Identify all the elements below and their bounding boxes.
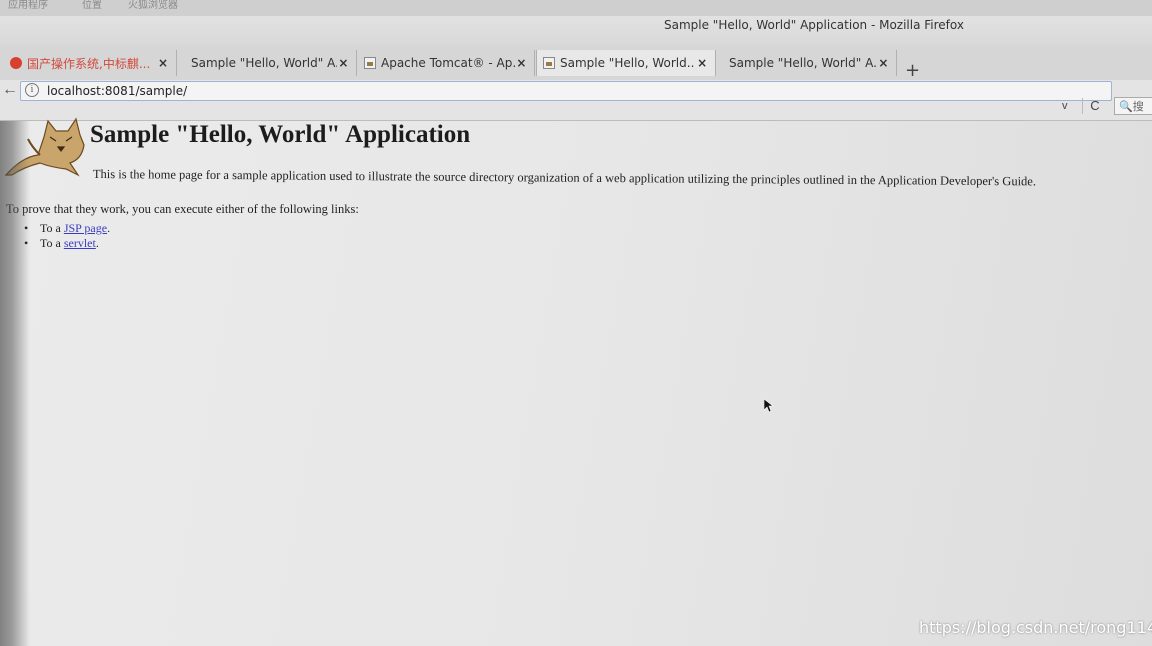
tab-sample-1[interactable]: Sample "Hello, World" A... × [178,50,357,76]
tab-label: Sample "Hello, World" A... [191,56,337,70]
search-placeholder: 搜 [1132,101,1144,113]
link-prefix: To a [40,221,64,235]
close-icon[interactable]: × [515,56,528,70]
list-item: To a JSP page. [24,221,110,236]
close-icon[interactable]: × [337,56,350,70]
back-arrow-icon[interactable]: ← [2,81,18,99]
reload-icon[interactable]: C [1082,98,1107,114]
tab-sample-2[interactable]: Sample "Hello, World" A... × [716,50,897,76]
link-suffix: . [107,221,111,235]
close-icon[interactable]: × [156,56,170,70]
url-bar[interactable]: i localhost:8081/sample/ [20,81,1112,101]
navigation-bar: ← i localhost:8081/sample/ v C 🔍搜 [0,80,1152,121]
search-input[interactable]: 🔍搜 [1114,97,1152,115]
list-item: To a servlet. [24,236,110,251]
info-icon[interactable]: i [25,83,39,97]
tab-bar: 国产操作系统,中标麒... × Sample "Hello, World" A.… [0,46,1152,81]
jsp-page-link[interactable]: JSP page [64,221,107,235]
links-list: To a JSP page. To a servlet. [24,221,110,251]
window-titlebar [0,16,1152,46]
link-prefix: To a [40,236,64,250]
menu-places[interactable]: 位置 [82,0,102,11]
monitor-bezel [0,121,30,646]
image-icon [543,57,555,69]
screen: 应用程序 位置 火狐浏览器 Sample "Hello, World" Appl… [0,0,1152,646]
red-circle-icon [10,57,22,69]
page-content: Sample "Hello, World" Application This i… [0,117,1152,646]
intro-paragraph: This is the home page for a sample appli… [92,167,1037,189]
servlet-link[interactable]: servlet [64,236,96,250]
url-text[interactable]: localhost:8081/sample/ [47,84,187,98]
tab-kylin[interactable]: 国产操作系统,中标麒... × [4,50,177,76]
watermark: https://blog.csdn.net/rong11417 [919,618,1152,637]
tab-label: Sample "Hello, World" A... [729,56,877,70]
image-icon [364,57,376,69]
close-icon[interactable]: × [877,56,890,70]
page-title: Sample "Hello, World" Application [90,121,471,148]
search-icon: 🔍 [1119,101,1133,113]
tab-apache-tomcat[interactable]: Apache Tomcat® - Ap... × [358,50,535,76]
tab-label: Sample "Hello, World... [560,56,696,70]
desktop-menubar: 应用程序 位置 火狐浏览器 [0,0,1152,16]
link-suffix: . [95,236,99,250]
tab-label: 国产操作系统,中标麒... [27,56,151,71]
menu-firefox[interactable]: 火狐浏览器 [128,0,178,11]
close-icon[interactable]: × [695,56,709,70]
new-tab-button[interactable]: + [905,60,920,81]
tab-sample-active[interactable]: Sample "Hello, World... × [536,50,716,76]
mouse-cursor-icon [764,399,774,413]
window-title: Sample "Hello, World" Application - Mozi… [664,18,964,32]
menu-applications[interactable]: 应用程序 [8,0,48,11]
chevron-down-icon[interactable]: v [1062,100,1068,112]
tab-label: Apache Tomcat® - Ap... [381,56,515,70]
instructions-text: To prove that they work, you can execute… [6,202,359,216]
